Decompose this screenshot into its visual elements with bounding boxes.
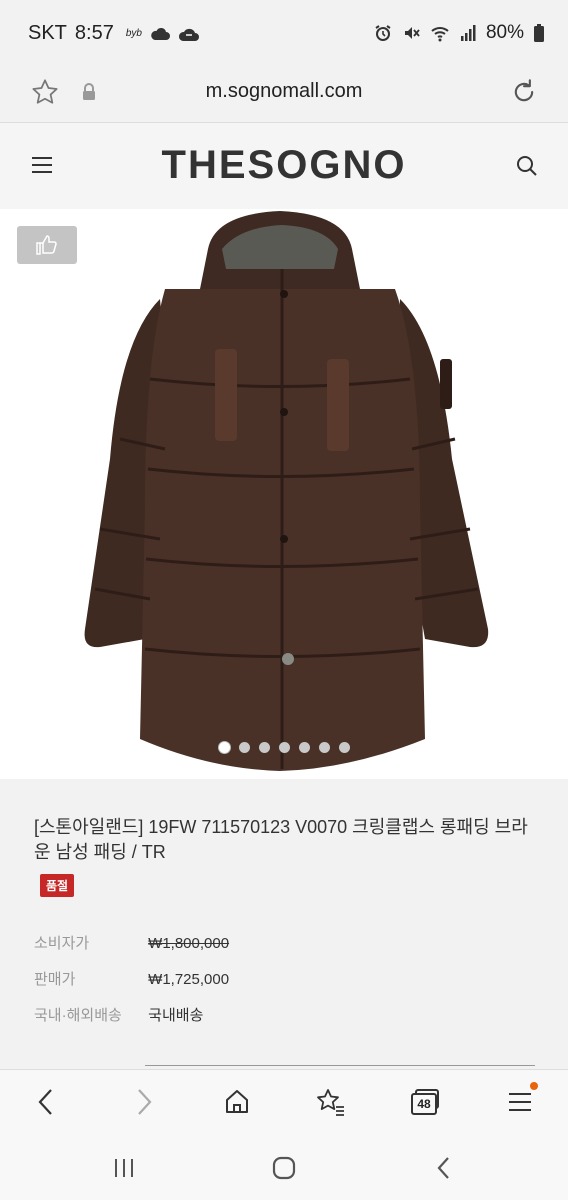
system-back-icon[interactable] bbox=[428, 1155, 460, 1181]
site-header: THESOGNO bbox=[0, 123, 568, 209]
carousel-dot[interactable] bbox=[278, 742, 290, 753]
clock: 8:57 bbox=[74, 22, 114, 44]
sold-out-badge: 품절 bbox=[40, 874, 75, 897]
back-icon[interactable] bbox=[26, 1084, 66, 1120]
info-label: 소비자가 bbox=[34, 935, 90, 952]
carousel-dot[interactable] bbox=[258, 742, 270, 753]
url-text[interactable]: m.sognomall.com bbox=[0, 80, 568, 103]
site-logo[interactable]: THESOGNO bbox=[0, 143, 568, 188]
menu-icon[interactable] bbox=[500, 1082, 540, 1120]
carousel-dot[interactable] bbox=[338, 742, 350, 753]
carousel-dots[interactable] bbox=[0, 742, 568, 753]
carrier-label: SKT bbox=[28, 22, 67, 44]
browser-bottom-nav: 48 bbox=[0, 1069, 568, 1134]
wifi-icon bbox=[431, 27, 449, 42]
status-small-label: byb bbox=[125, 28, 142, 39]
home-icon[interactable] bbox=[217, 1084, 257, 1120]
recent-apps-icon[interactable] bbox=[108, 1155, 140, 1181]
info-value: 국내배송 bbox=[148, 1007, 204, 1024]
carousel-dot[interactable] bbox=[218, 742, 230, 753]
home-button-icon[interactable] bbox=[268, 1155, 300, 1181]
product-title: [스톤아일랜드] 19FW 711570123 V0070 크링클랩스 롱패딩 … bbox=[34, 817, 528, 862]
thumbs-up-icon bbox=[36, 235, 57, 255]
reload-icon[interactable] bbox=[508, 76, 540, 108]
info-value: ₩1,725,000 bbox=[148, 971, 230, 988]
battery-icon bbox=[534, 24, 544, 42]
tabs-icon[interactable]: 48 bbox=[406, 1084, 446, 1120]
carousel-dot[interactable] bbox=[298, 742, 310, 753]
bookmarks-icon[interactable] bbox=[311, 1084, 351, 1120]
carousel-dot[interactable] bbox=[318, 742, 330, 753]
info-label: 국내·해외배송 bbox=[34, 1007, 122, 1024]
carousel-dot[interactable] bbox=[238, 742, 250, 753]
cloud-sync-icon bbox=[178, 28, 199, 41]
mute-icon bbox=[404, 27, 420, 39]
info-value: ₩1,800,000 bbox=[148, 935, 230, 952]
like-button[interactable] bbox=[17, 226, 77, 264]
info-row-consumer-price: 소비자가 ₩1,800,000 bbox=[34, 932, 229, 953]
tabs-count: 48 bbox=[411, 1093, 437, 1115]
info-row-sale-price: 판매가 ₩1,725,000 bbox=[34, 968, 229, 989]
info-label: 판매가 bbox=[34, 971, 76, 988]
browser-url-bar: m.sognomall.com bbox=[0, 68, 568, 123]
battery-percent: 80% bbox=[485, 22, 524, 43]
info-row-shipping: 국내·해외배송 국내배송 bbox=[34, 1004, 203, 1025]
cloud-icon bbox=[151, 27, 170, 40]
alarm-icon bbox=[375, 25, 391, 41]
status-bar: SKT 8:57 byb 80% bbox=[0, 0, 568, 68]
divider bbox=[145, 1065, 535, 1066]
signal-icon bbox=[460, 25, 476, 41]
product-image-carousel[interactable] bbox=[0, 209, 568, 779]
forward-icon[interactable] bbox=[124, 1084, 164, 1120]
notification-dot bbox=[530, 1082, 538, 1090]
system-nav-bar bbox=[0, 1133, 568, 1200]
search-icon[interactable] bbox=[512, 151, 542, 181]
product-info: [스톤아일랜드] 19FW 711570123 V0070 크링클랩스 롱패딩 … bbox=[0, 779, 568, 1069]
product-image bbox=[84, 211, 489, 771]
